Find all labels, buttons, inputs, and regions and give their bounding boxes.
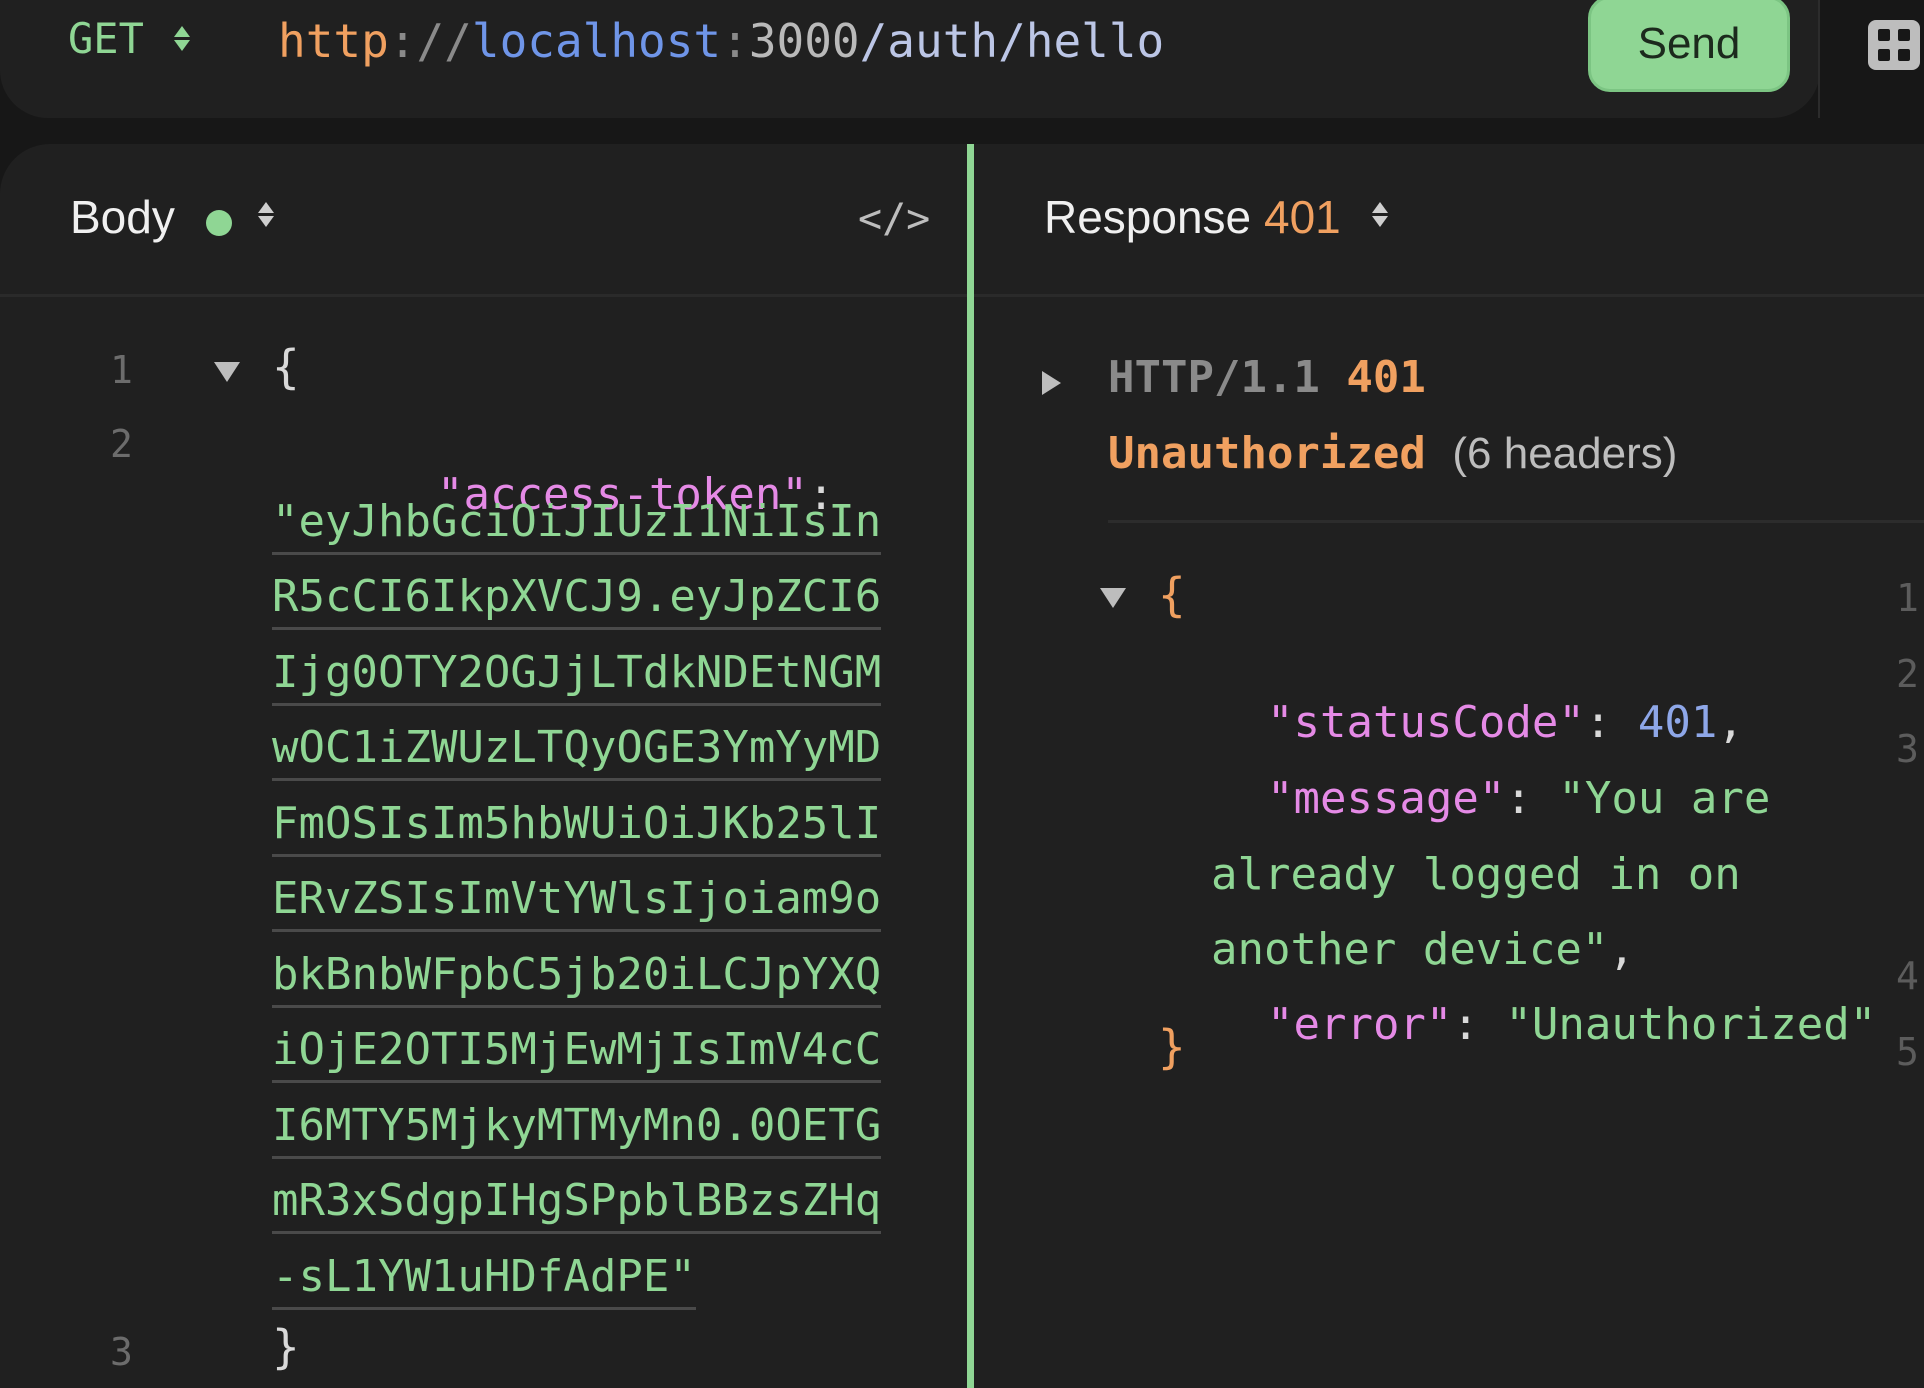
- url-input[interactable]: http://localhost:3000/auth/hello: [278, 14, 1164, 68]
- sort-arrows-icon[interactable]: [258, 202, 274, 227]
- send-button[interactable]: Send: [1588, 0, 1790, 92]
- http-version: HTTP/1.1: [1108, 352, 1320, 403]
- url-port-separator: :: [721, 14, 749, 68]
- token-line[interactable]: I6MTY5MjkyMTMyMn0.0OETG: [272, 1096, 882, 1159]
- json-line-error: "error": "Unauthorized": [1266, 999, 1877, 1050]
- body-status-dot: [206, 210, 232, 236]
- url-scheme: http: [278, 14, 389, 68]
- close-brace: }: [272, 1320, 300, 1374]
- method-label: GET: [68, 14, 144, 63]
- toolbar-divider: [1818, 0, 1820, 118]
- panel-splitter[interactable]: [967, 144, 974, 1388]
- json-key: "error": [1266, 999, 1453, 1050]
- line-number: 2: [1896, 652, 1919, 696]
- line-number: 2: [110, 422, 133, 466]
- token-line[interactable]: iOjE2OTI5MjEwMjIsImV4cC: [272, 1020, 882, 1083]
- collapse-triangle-icon[interactable]: [1100, 588, 1126, 608]
- line-number: 5: [1896, 1030, 1919, 1074]
- sort-arrows-icon: [173, 26, 190, 51]
- http-status-code: 401: [1346, 352, 1426, 403]
- grid-icon[interactable]: [1868, 20, 1920, 70]
- json-string: "Unauthorized": [1505, 999, 1877, 1050]
- response-status-code: 401: [1264, 191, 1341, 243]
- url-host: localhost: [471, 14, 722, 68]
- token-line[interactable]: ERvZSIsImVtYWlsIjoiam9o: [272, 869, 882, 932]
- line-number: 1: [1896, 576, 1919, 620]
- headers-count: (6 headers): [1452, 429, 1678, 478]
- token-line[interactable]: Ijg0OTY2OGJjLTdkNDEtNGM: [272, 643, 882, 706]
- url-path: /auth/hello: [859, 14, 1165, 68]
- url-port: 3000: [748, 14, 860, 68]
- request-bar: GET http://localhost:3000/auth/hello Sen…: [0, 0, 1820, 118]
- collapse-triangle-icon[interactable]: [214, 362, 240, 382]
- line-number: 4: [1896, 954, 1919, 998]
- close-brace: }: [1158, 1020, 1186, 1074]
- token-line[interactable]: "eyJhbGciOiJIUzI1NiIsIn: [272, 492, 882, 555]
- token-line[interactable]: FmOSIsIm5hbWUiOiJKb25lI: [272, 794, 882, 857]
- token-line[interactable]: mR3xSdgpIHgSPpblBBzsZHq: [272, 1171, 882, 1234]
- response-panel-header: Response 401: [974, 144, 1924, 297]
- sort-arrows-icon[interactable]: [1372, 202, 1388, 227]
- line-number: 3: [110, 1330, 133, 1374]
- http-status-text: Unauthorized: [1108, 428, 1426, 479]
- token-line[interactable]: R5cCI6IkpXVCJ9.eyJpZCI6: [272, 567, 882, 630]
- line-number: 3: [1896, 727, 1919, 771]
- url-separator: ://: [388, 14, 472, 68]
- open-brace: {: [1158, 568, 1186, 622]
- body-panel-header: Body </>: [0, 144, 968, 297]
- http-status-text-line: Unauthorized (6 headers): [1108, 428, 1677, 479]
- token-line[interactable]: wOC1iZWUzLTQyOGE3YmYyMD: [272, 718, 882, 781]
- response-tab-title[interactable]: Response: [1044, 190, 1251, 244]
- method-select[interactable]: GET: [68, 14, 190, 63]
- token-line[interactable]: bkBnbWFpbC5jb20iLCJpYXQ: [272, 945, 882, 1008]
- token-line[interactable]: -sL1YW1uHDfAdPE": [272, 1247, 696, 1310]
- open-brace: {: [272, 340, 300, 394]
- body-tab-title[interactable]: Body: [70, 190, 175, 244]
- expand-triangle-icon[interactable]: [1042, 371, 1061, 395]
- http-status-line[interactable]: HTTP/1.1 401: [1108, 352, 1426, 403]
- line-number: 1: [110, 348, 133, 392]
- code-view-icon[interactable]: </>: [858, 196, 930, 242]
- response-divider: [1108, 520, 1924, 523]
